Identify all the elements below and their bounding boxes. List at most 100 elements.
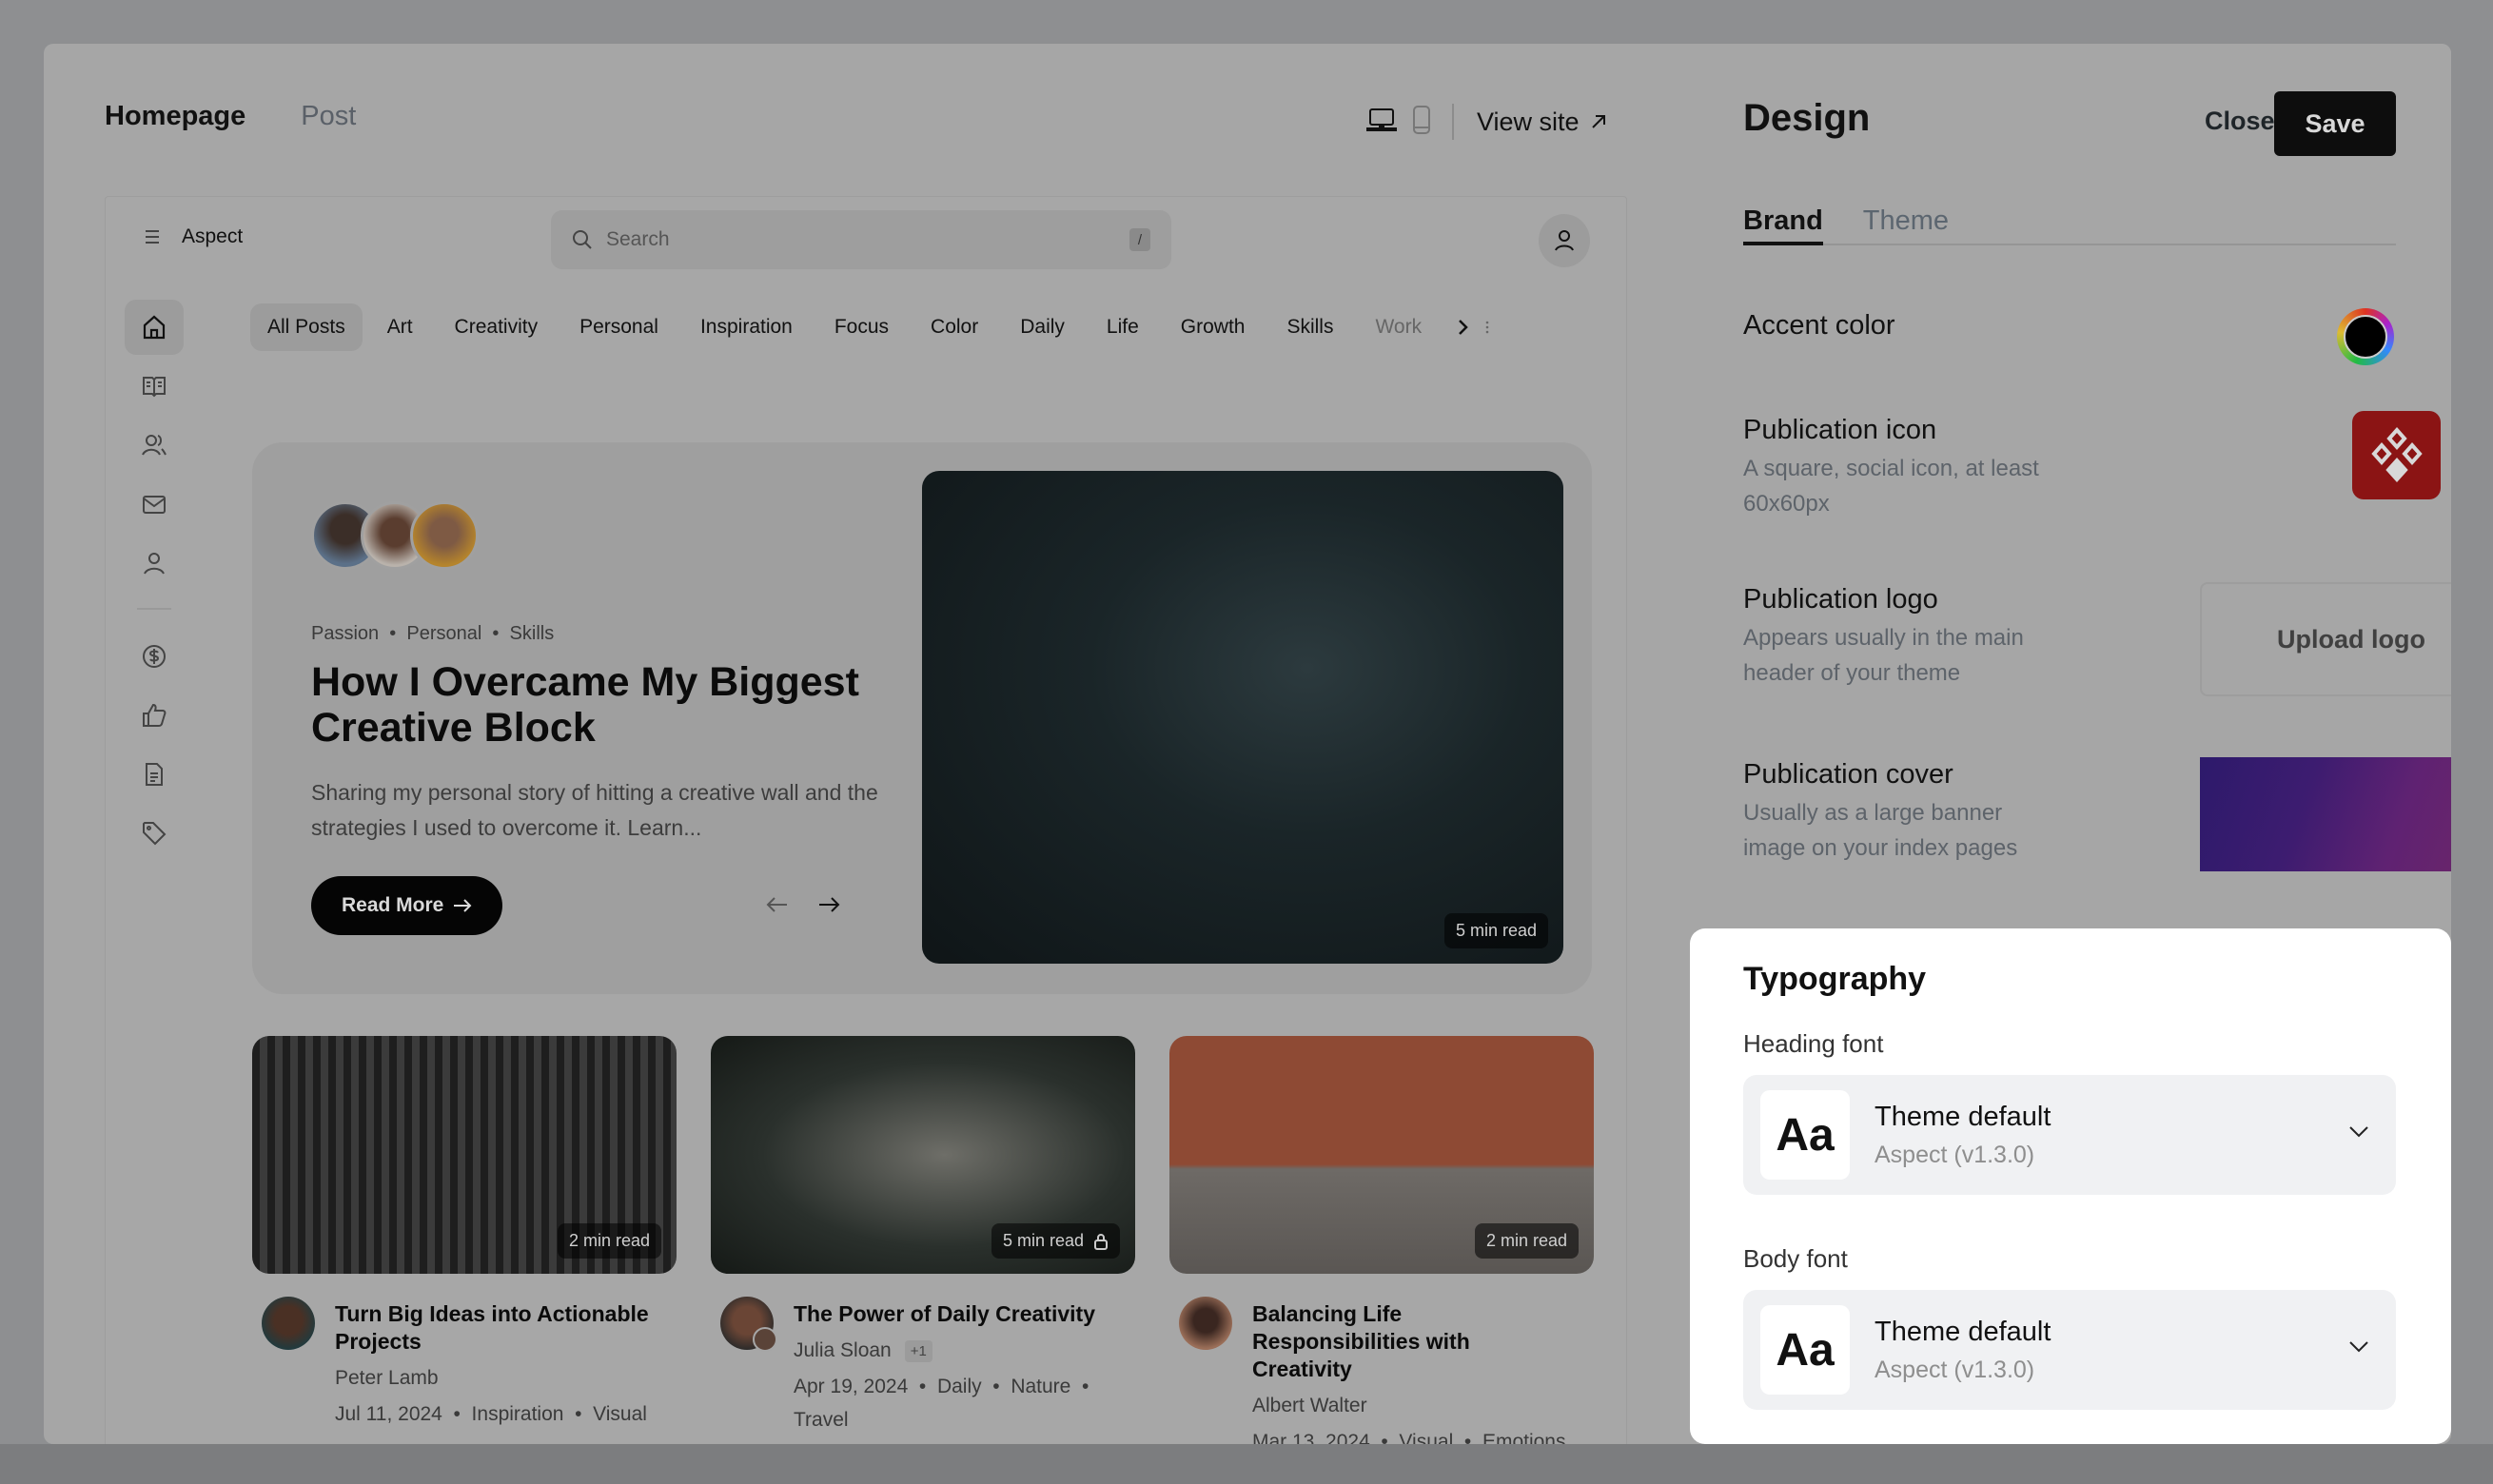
- read-time-badge: 2 min read: [557, 1223, 661, 1259]
- post-title[interactable]: Turn Big Ideas into Actionable Projects: [335, 1300, 677, 1356]
- author-name: Peter Lamb: [335, 1367, 439, 1389]
- font-sample: Aa: [1760, 1305, 1850, 1395]
- post-author: Peter Lamb: [335, 1367, 677, 1390]
- sidebar-item-newsletter[interactable]: [125, 477, 184, 532]
- upload-logo-button[interactable]: Upload logo: [2200, 582, 2451, 696]
- read-more-button[interactable]: Read More: [311, 876, 503, 935]
- sidebar-item-recommendations[interactable]: [125, 688, 184, 743]
- mail-icon: [143, 496, 166, 514]
- heading-font-select[interactable]: Aa Theme default Aspect (v1.3.0): [1743, 1075, 2396, 1195]
- sidebar-item-home[interactable]: [125, 300, 184, 355]
- publication-icon-upload[interactable]: [2352, 411, 2441, 499]
- category-art[interactable]: Art: [370, 303, 430, 351]
- category-all-posts[interactable]: All Posts: [250, 303, 363, 351]
- author-avatar: [1179, 1297, 1232, 1350]
- search-input[interactable]: Search /: [551, 210, 1171, 269]
- category-creativity[interactable]: Creativity: [438, 303, 556, 351]
- save-button[interactable]: Save: [2274, 91, 2396, 156]
- more-icon[interactable]: [1484, 318, 1490, 337]
- chevron-down-icon: [2349, 1126, 2368, 1138]
- sidebar-item-pricing[interactable]: [125, 629, 184, 684]
- arrow-right-icon[interactable]: [817, 895, 840, 914]
- avatar: [410, 501, 479, 570]
- accent-color-label: Accent color: [1743, 310, 1895, 341]
- category-inspiration[interactable]: Inspiration: [683, 303, 810, 351]
- featured-post[interactable]: Passion • Personal • Skills How I Overca…: [252, 442, 1592, 994]
- post-card[interactable]: 2 min read Turn Big Ideas into Actionabl…: [252, 1036, 677, 1431]
- category-focus[interactable]: Focus: [817, 303, 906, 351]
- heading-font-label: Heading font: [1743, 1029, 1884, 1058]
- featured-post-image[interactable]: 5 min read: [922, 471, 1563, 964]
- site-name: Aspect: [182, 225, 244, 247]
- post-card[interactable]: 2 min read Balancing Life Responsibiliti…: [1169, 1036, 1594, 1444]
- post-meta: Apr 19, 2024 • Daily • Nature • Travel: [794, 1376, 1100, 1431]
- tab-brand[interactable]: Brand: [1743, 205, 1823, 245]
- typography-section: Typography Heading font Aa Theme default…: [1690, 928, 2451, 1444]
- laptop-icon[interactable]: [1366, 107, 1397, 137]
- read-time: 5 min read: [1455, 921, 1537, 940]
- search-icon: [573, 230, 592, 249]
- category-growth[interactable]: Growth: [1164, 303, 1263, 351]
- sidebar-item-authors[interactable]: [125, 418, 184, 473]
- font-name: Theme default: [1875, 1102, 2051, 1132]
- publication-cover-image[interactable]: [2200, 757, 2451, 871]
- sidebar-item-reading[interactable]: [125, 359, 184, 414]
- publication-icon-description: A square, social icon, at least 60x60px: [1743, 456, 2039, 517]
- category-personal[interactable]: Personal: [562, 303, 676, 351]
- extra-authors-badge: +1: [904, 1339, 932, 1362]
- menu-icon[interactable]: [144, 228, 161, 245]
- search-placeholder: Search: [606, 228, 670, 250]
- arrow-left-icon[interactable]: [766, 895, 789, 914]
- post-card[interactable]: 5 min read The Power of Daily Creativity…: [711, 1036, 1135, 1436]
- category-skills[interactable]: Skills: [1269, 303, 1350, 351]
- post-author: Julia Sloan +1: [794, 1339, 1135, 1362]
- read-time: 2 min read: [1485, 1231, 1567, 1250]
- post-image[interactable]: 2 min read: [252, 1036, 677, 1274]
- close-button[interactable]: Close: [2205, 107, 2275, 136]
- chevron-right-icon[interactable]: [1456, 318, 1471, 337]
- panel-title: Design: [1743, 97, 1871, 139]
- post-title[interactable]: Balancing Life Responsibilities with Cre…: [1252, 1300, 1509, 1383]
- backdrop-overlay: [0, 1444, 2493, 1484]
- post-image[interactable]: 5 min read: [711, 1036, 1135, 1274]
- post-title[interactable]: The Power of Daily Creativity: [794, 1300, 1135, 1328]
- preview-toolbar: View site: [1366, 103, 1608, 141]
- site-header: Aspect Search /: [106, 197, 1626, 283]
- accent-color-swatch: [2344, 315, 2387, 359]
- featured-post-tags: Passion • Personal • Skills: [311, 623, 555, 644]
- sidebar-item-pages[interactable]: [125, 747, 184, 802]
- document-icon: [146, 763, 163, 786]
- featured-post-title[interactable]: How I Overcame My Biggest Creative Block: [311, 659, 882, 751]
- users-icon: [142, 435, 167, 456]
- tab-theme[interactable]: Theme: [1863, 205, 1949, 244]
- lock-icon: [1094, 1233, 1108, 1250]
- account-button[interactable]: [1539, 214, 1590, 267]
- category-daily[interactable]: Daily: [1003, 303, 1082, 351]
- read-time-badge: 2 min read: [1474, 1223, 1579, 1259]
- category-life[interactable]: Life: [1089, 303, 1156, 351]
- category-color[interactable]: Color: [913, 303, 995, 351]
- home-icon: [143, 315, 166, 340]
- toolbar-divider: [1452, 104, 1454, 140]
- sidebar-item-tags[interactable]: [125, 806, 184, 861]
- post-image[interactable]: 2 min read: [1169, 1036, 1594, 1274]
- post-meta: Mar 13, 2024 • Visual • Emotions: [1252, 1431, 1566, 1444]
- post-meta: Jul 11, 2024 • Inspiration • Visual: [335, 1403, 647, 1425]
- sidebar-item-account[interactable]: [125, 536, 184, 591]
- post-author: Albert Walter: [1252, 1395, 1594, 1417]
- body-font-select[interactable]: Aa Theme default Aspect (v1.3.0): [1743, 1290, 2396, 1410]
- view-site-link[interactable]: View site: [1477, 107, 1608, 137]
- tab-post[interactable]: Post: [301, 101, 356, 132]
- site-sidebar: [125, 300, 184, 865]
- author-avatars: [311, 501, 479, 570]
- tab-homepage[interactable]: Homepage: [105, 101, 245, 132]
- book-icon: [143, 377, 166, 398]
- mobile-icon[interactable]: [1412, 105, 1431, 139]
- accent-color-picker[interactable]: [2337, 308, 2394, 365]
- preview-tabs: Homepage Post: [105, 101, 356, 132]
- category-nav: All Posts Art Creativity Personal Inspir…: [250, 303, 1490, 351]
- dollar-icon: [143, 645, 166, 668]
- category-work[interactable]: Work: [1358, 303, 1439, 351]
- publication-cover-label: Publication cover: [1743, 759, 1953, 790]
- read-time-badge: 5 min read: [991, 1223, 1120, 1259]
